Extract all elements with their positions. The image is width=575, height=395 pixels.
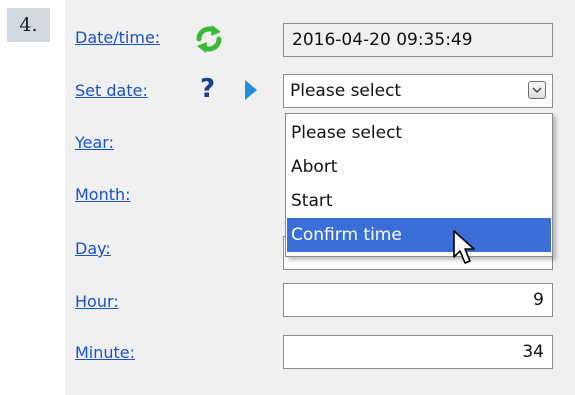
option-start[interactable]: Start bbox=[287, 184, 551, 218]
triangle-pointer-icon bbox=[243, 78, 259, 106]
day-label[interactable]: Day: bbox=[75, 239, 111, 258]
refresh-icon[interactable] bbox=[193, 24, 225, 58]
set-date-label[interactable]: Set date: bbox=[75, 81, 148, 100]
option-please-select[interactable]: Please select bbox=[287, 116, 551, 150]
option-confirm-time[interactable]: Confirm time bbox=[287, 218, 551, 252]
year-label[interactable]: Year: bbox=[75, 133, 114, 152]
datetime-field: 2016-04-20 09:35:49 bbox=[283, 23, 553, 57]
set-date-selected-value: Please select bbox=[290, 81, 402, 101]
hour-field[interactable]: 9 bbox=[283, 283, 553, 317]
dropdown-button[interactable] bbox=[528, 81, 546, 99]
datetime-label[interactable]: Date/time: bbox=[75, 28, 160, 47]
set-date-select[interactable]: Please select bbox=[283, 74, 553, 108]
mouse-pointer-icon bbox=[452, 229, 478, 271]
hour-label[interactable]: Hour: bbox=[75, 292, 119, 311]
question-mark-icon[interactable]: ? bbox=[198, 73, 220, 107]
chevron-down-icon bbox=[532, 87, 542, 94]
month-label[interactable]: Month: bbox=[75, 185, 131, 204]
minute-label[interactable]: Minute: bbox=[75, 343, 135, 362]
minute-field[interactable]: 34 bbox=[283, 335, 553, 369]
option-abort[interactable]: Abort bbox=[287, 150, 551, 184]
svg-text:?: ? bbox=[200, 74, 215, 103]
set-date-dropdown-list: Please select Abort Start Confirm time bbox=[285, 113, 553, 257]
step-number: 4. bbox=[7, 8, 50, 42]
